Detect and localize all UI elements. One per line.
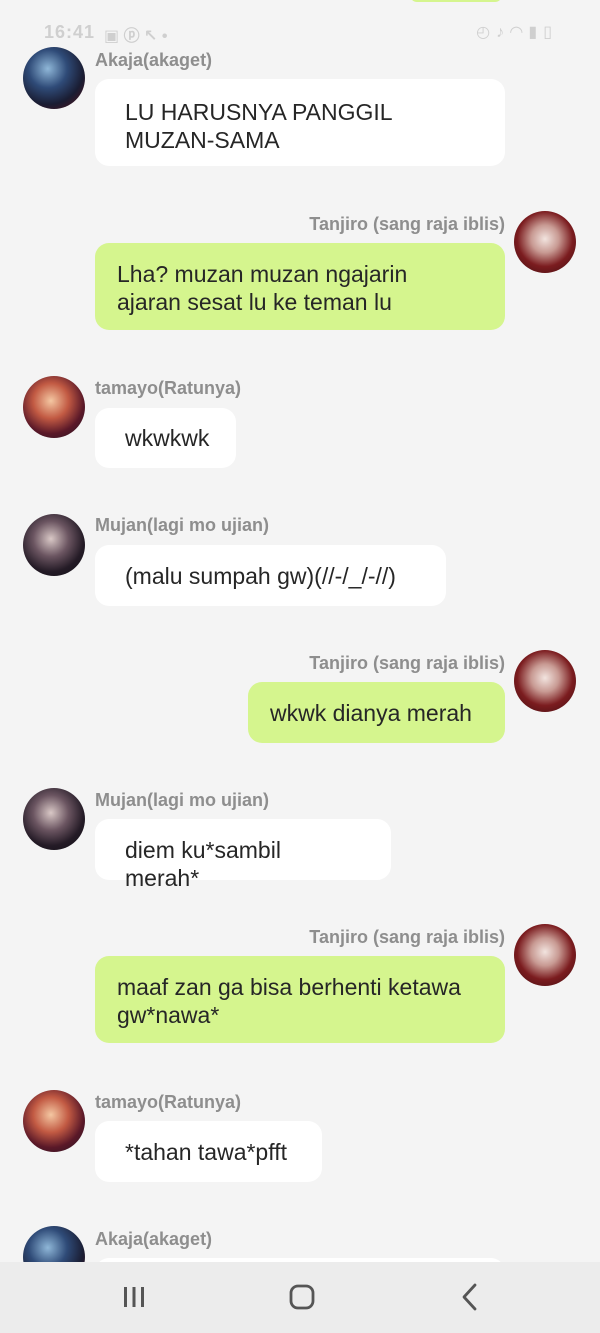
signal-icon: ▮ bbox=[528, 24, 544, 41]
message-line: maaf zan ga bisa berhenti ketawa bbox=[117, 974, 461, 1000]
message-line: LU HARUSNYA PANGGIL bbox=[125, 99, 393, 125]
message-bubble[interactable]: LU HARUSNYA PANGGIL MUZAN-SAMA bbox=[95, 79, 505, 166]
message-line: diem ku*sambil merah* bbox=[125, 837, 281, 891]
message-line: (malu sumpah gw)(//-/_/-//) bbox=[125, 563, 396, 589]
mujan-avatar[interactable] bbox=[23, 514, 85, 576]
message-line: *tahan tawa*pfft bbox=[125, 1139, 287, 1165]
message-line: gw*nawa* bbox=[117, 1002, 220, 1028]
akaja-avatar[interactable] bbox=[23, 47, 85, 109]
status-time: 16:41 bbox=[44, 22, 96, 42]
sender-name: Tanjiro (sang raja iblis) bbox=[309, 214, 505, 234]
message-line: ajaran sesat lu ke teman lu bbox=[117, 289, 392, 315]
lock-icon: ▯ bbox=[543, 24, 558, 41]
sender-name: Tanjiro (sang raja iblis) bbox=[309, 927, 505, 947]
message-line: Lha? muzan muzan ngajarin bbox=[117, 261, 408, 287]
sender-name: tamayo(Ratunya) bbox=[95, 1092, 242, 1112]
message-bubble[interactable]: wkwkwk bbox=[95, 408, 236, 468]
mujan-avatar[interactable] bbox=[23, 788, 85, 850]
sender-name: Akaja(akaget) bbox=[95, 50, 213, 70]
status-bar: 16:41 ▣ ⓟ ↖ • ◴♪◠▮▯ bbox=[0, 0, 600, 62]
wifi-icon: ◠ bbox=[510, 24, 529, 41]
tamayo-avatar[interactable] bbox=[23, 376, 85, 438]
message-bubble[interactable]: *tahan tawa*pfft bbox=[95, 1121, 322, 1182]
sender-name: tamayo(Ratunya) bbox=[95, 378, 242, 398]
home-icon bbox=[282, 1280, 322, 1314]
chat-screen: 16:41 ▣ ⓟ ↖ • ◴♪◠▮▯ Akaja(akaget) LU HAR… bbox=[0, 0, 600, 1333]
message-bubble[interactable]: (malu sumpah gw)(//-/_/-//) bbox=[95, 545, 446, 606]
missed-call-icon: ↖ bbox=[144, 28, 158, 45]
mute-icon: ♪ bbox=[496, 24, 511, 41]
dot-icon: • bbox=[161, 28, 168, 45]
navigation-bar bbox=[0, 1262, 600, 1333]
sender-name: Akaja(akaget) bbox=[95, 1229, 213, 1249]
system-icons: ◴♪◠▮▯ bbox=[476, 22, 558, 42]
tanjiro-avatar[interactable] bbox=[514, 924, 576, 986]
notification-icons: ▣ ⓟ ↖ • bbox=[104, 22, 168, 46]
sender-name: Mujan(lagi mo ujian) bbox=[95, 515, 269, 535]
message-line: wkwk dianya merah bbox=[270, 700, 472, 726]
recent-apps-button[interactable] bbox=[114, 1280, 154, 1314]
back-button[interactable] bbox=[450, 1280, 490, 1314]
sender-name: Mujan(lagi mo ujian) bbox=[95, 790, 269, 810]
message-line: MUZAN-SAMA bbox=[125, 127, 280, 153]
back-icon bbox=[450, 1280, 490, 1314]
home-button[interactable] bbox=[282, 1280, 322, 1314]
message-line: wkwkwk bbox=[125, 425, 210, 451]
message-bubble[interactable]: wkwk dianya merah bbox=[248, 682, 505, 743]
alarm-icon: ◴ bbox=[476, 24, 497, 41]
message-bubble[interactable]: maaf zan ga bisa berhenti ketawa gw*nawa… bbox=[95, 956, 505, 1043]
recent-apps-icon bbox=[114, 1280, 154, 1314]
tanjiro-avatar[interactable] bbox=[514, 650, 576, 712]
message-bubble[interactable]: Lha? muzan muzan ngajarin ajaran sesat l… bbox=[95, 243, 505, 330]
gallery-icon: ▣ bbox=[104, 28, 120, 45]
tanjiro-avatar[interactable] bbox=[514, 211, 576, 273]
pinterest-icon: ⓟ bbox=[123, 28, 140, 45]
message-bubble[interactable]: diem ku*sambil merah* bbox=[95, 819, 391, 891]
sender-name: Tanjiro (sang raja iblis) bbox=[309, 653, 505, 673]
tamayo-avatar[interactable] bbox=[23, 1090, 85, 1152]
previous-message-bubble bbox=[410, 0, 502, 2]
